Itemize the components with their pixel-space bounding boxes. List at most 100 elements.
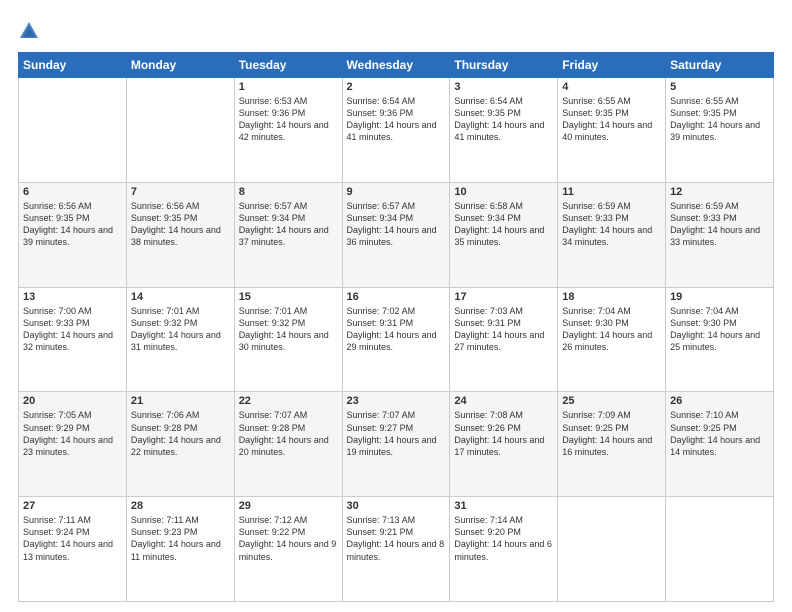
weekday-header-friday: Friday — [558, 53, 666, 78]
logo — [18, 18, 44, 42]
week-row-2: 6 Sunrise: 6:56 AMSunset: 9:35 PMDaylight… — [19, 182, 774, 287]
day-number: 12 — [670, 186, 769, 198]
day-info: Sunrise: 6:55 AMSunset: 9:35 PMDaylight:… — [562, 95, 661, 144]
day-info: Sunrise: 7:06 AMSunset: 9:28 PMDaylight:… — [131, 409, 230, 458]
day-number: 8 — [239, 186, 338, 198]
calendar-cell: 24 Sunrise: 7:08 AMSunset: 9:26 PMDayligh… — [450, 392, 558, 497]
day-number: 9 — [347, 186, 446, 198]
week-row-1: 1 Sunrise: 6:53 AMSunset: 9:36 PMDaylight… — [19, 78, 774, 183]
calendar-cell: 11Sunrise: 6:59 AMSunset: 9:33 PMDayligh… — [558, 182, 666, 287]
day-number: 18 — [562, 291, 661, 303]
day-number: 22 — [239, 395, 338, 407]
calendar-cell: 17 Sunrise: 7:03 AMSunset: 9:31 PMDayligh… — [450, 287, 558, 392]
calendar-cell: 31 Sunrise: 7:14 AMSunset: 9:20 PMDayligh… — [450, 497, 558, 602]
day-info: Sunrise: 7:01 AMSunset: 9:32 PMDaylight:… — [131, 305, 230, 354]
calendar-cell: 2Sunrise: 6:54 AMSunset: 9:36 PMDaylight… — [342, 78, 450, 183]
calendar-cell: 27Sunrise: 7:11 AMSunset: 9:24 PMDayligh… — [19, 497, 127, 602]
day-number: 26 — [670, 395, 769, 407]
day-number: 19 — [670, 291, 769, 303]
calendar-cell: 1 Sunrise: 6:53 AMSunset: 9:36 PMDaylight… — [234, 78, 342, 183]
weekday-header-monday: Monday — [126, 53, 234, 78]
day-info: Sunrise: 6:53 AMSunset: 9:36 PMDaylight:… — [239, 95, 338, 144]
day-number: 30 — [347, 500, 446, 512]
day-number: 29 — [239, 500, 338, 512]
day-number: 24 — [454, 395, 553, 407]
day-info: Sunrise: 7:11 AMSunset: 9:23 PMDaylight:… — [131, 514, 230, 563]
day-number: 31 — [454, 500, 553, 512]
calendar-cell: 15 Sunrise: 7:01 AMSunset: 9:32 PMDayligh… — [234, 287, 342, 392]
calendar-cell: 10 Sunrise: 6:58 AMSunset: 9:34 PMDayligh… — [450, 182, 558, 287]
calendar-cell: 30 Sunrise: 7:13 AMSunset: 9:21 PMDayligh… — [342, 497, 450, 602]
calendar-cell: 26 Sunrise: 7:10 AMSunset: 9:25 PMDayligh… — [666, 392, 774, 497]
day-info: Sunrise: 7:12 AMSunset: 9:22 PMDaylight:… — [239, 514, 338, 563]
header — [18, 18, 774, 42]
calendar-cell: 29 Sunrise: 7:12 AMSunset: 9:22 PMDayligh… — [234, 497, 342, 602]
day-info: Sunrise: 7:13 AMSunset: 9:21 PMDaylight:… — [347, 514, 446, 563]
day-info: Sunrise: 6:54 AMSunset: 9:36 PMDaylight:… — [347, 95, 446, 144]
day-info: Sunrise: 7:11 AMSunset: 9:24 PMDaylight:… — [23, 514, 122, 563]
day-number: 7 — [131, 186, 230, 198]
calendar-cell: 9Sunrise: 6:57 AMSunset: 9:34 PMDaylight… — [342, 182, 450, 287]
day-info: Sunrise: 6:54 AMSunset: 9:35 PMDaylight:… — [454, 95, 553, 144]
calendar-cell: 7 Sunrise: 6:56 AMSunset: 9:35 PMDaylight… — [126, 182, 234, 287]
day-number: 28 — [131, 500, 230, 512]
day-info: Sunrise: 7:07 AMSunset: 9:28 PMDaylight:… — [239, 409, 338, 458]
calendar-cell: 22 Sunrise: 7:07 AMSunset: 9:28 PMDayligh… — [234, 392, 342, 497]
day-number: 14 — [131, 291, 230, 303]
day-info: Sunrise: 6:56 AMSunset: 9:35 PMDaylight:… — [23, 200, 122, 249]
calendar-cell — [19, 78, 127, 183]
day-info: Sunrise: 7:03 AMSunset: 9:31 PMDaylight:… — [454, 305, 553, 354]
week-row-3: 13Sunrise: 7:00 AMSunset: 9:33 PMDayligh… — [19, 287, 774, 392]
calendar-cell: 19 Sunrise: 7:04 AMSunset: 9:30 PMDayligh… — [666, 287, 774, 392]
day-number: 20 — [23, 395, 122, 407]
calendar-cell — [558, 497, 666, 602]
day-number: 10 — [454, 186, 553, 198]
calendar-cell: 13Sunrise: 7:00 AMSunset: 9:33 PMDayligh… — [19, 287, 127, 392]
day-number: 1 — [239, 81, 338, 93]
day-info: Sunrise: 7:04 AMSunset: 9:30 PMDaylight:… — [562, 305, 661, 354]
weekday-header-thursday: Thursday — [450, 53, 558, 78]
day-info: Sunrise: 7:10 AMSunset: 9:25 PMDaylight:… — [670, 409, 769, 458]
calendar-cell: 16 Sunrise: 7:02 AMSunset: 9:31 PMDayligh… — [342, 287, 450, 392]
page: SundayMondayTuesdayWednesdayThursdayFrid… — [0, 0, 792, 612]
week-row-4: 20 Sunrise: 7:05 AMSunset: 9:29 PMDayligh… — [19, 392, 774, 497]
day-info: Sunrise: 7:07 AMSunset: 9:27 PMDaylight:… — [347, 409, 446, 458]
day-number: 11 — [562, 186, 661, 198]
calendar-table: SundayMondayTuesdayWednesdayThursdayFrid… — [18, 52, 774, 602]
calendar-cell: 3Sunrise: 6:54 AMSunset: 9:35 PMDaylight… — [450, 78, 558, 183]
day-info: Sunrise: 7:05 AMSunset: 9:29 PMDaylight:… — [23, 409, 122, 458]
day-number: 16 — [347, 291, 446, 303]
day-number: 4 — [562, 81, 661, 93]
day-info: Sunrise: 6:56 AMSunset: 9:35 PMDaylight:… — [131, 200, 230, 249]
day-info: Sunrise: 6:55 AMSunset: 9:35 PMDaylight:… — [670, 95, 769, 144]
weekday-header-wednesday: Wednesday — [342, 53, 450, 78]
day-info: Sunrise: 7:08 AMSunset: 9:26 PMDaylight:… — [454, 409, 553, 458]
weekday-header-saturday: Saturday — [666, 53, 774, 78]
day-info: Sunrise: 7:14 AMSunset: 9:20 PMDaylight:… — [454, 514, 553, 563]
calendar-cell: 4 Sunrise: 6:55 AMSunset: 9:35 PMDaylight… — [558, 78, 666, 183]
calendar-cell: 6 Sunrise: 6:56 AMSunset: 9:35 PMDaylight… — [19, 182, 127, 287]
day-info: Sunrise: 6:58 AMSunset: 9:34 PMDaylight:… — [454, 200, 553, 249]
day-number: 5 — [670, 81, 769, 93]
day-number: 21 — [131, 395, 230, 407]
calendar-cell — [126, 78, 234, 183]
calendar-cell: 18 Sunrise: 7:04 AMSunset: 9:30 PMDayligh… — [558, 287, 666, 392]
day-info: Sunrise: 7:01 AMSunset: 9:32 PMDaylight:… — [239, 305, 338, 354]
day-number: 6 — [23, 186, 122, 198]
calendar-cell: 8Sunrise: 6:57 AMSunset: 9:34 PMDaylight… — [234, 182, 342, 287]
day-info: Sunrise: 6:59 AMSunset: 9:33 PMDaylight:… — [670, 200, 769, 249]
calendar-cell: 21 Sunrise: 7:06 AMSunset: 9:28 PMDayligh… — [126, 392, 234, 497]
logo-icon — [18, 20, 40, 42]
weekday-header-tuesday: Tuesday — [234, 53, 342, 78]
calendar-cell: 14 Sunrise: 7:01 AMSunset: 9:32 PMDayligh… — [126, 287, 234, 392]
calendar-cell: 28 Sunrise: 7:11 AMSunset: 9:23 PMDayligh… — [126, 497, 234, 602]
day-info: Sunrise: 7:04 AMSunset: 9:30 PMDaylight:… — [670, 305, 769, 354]
calendar-cell: 25Sunrise: 7:09 AMSunset: 9:25 PMDayligh… — [558, 392, 666, 497]
calendar-cell: 23Sunrise: 7:07 AMSunset: 9:27 PMDayligh… — [342, 392, 450, 497]
day-info: Sunrise: 7:02 AMSunset: 9:31 PMDaylight:… — [347, 305, 446, 354]
day-number: 17 — [454, 291, 553, 303]
calendar-cell: 20 Sunrise: 7:05 AMSunset: 9:29 PMDayligh… — [19, 392, 127, 497]
day-number: 15 — [239, 291, 338, 303]
weekday-header-sunday: Sunday — [19, 53, 127, 78]
day-number: 13 — [23, 291, 122, 303]
